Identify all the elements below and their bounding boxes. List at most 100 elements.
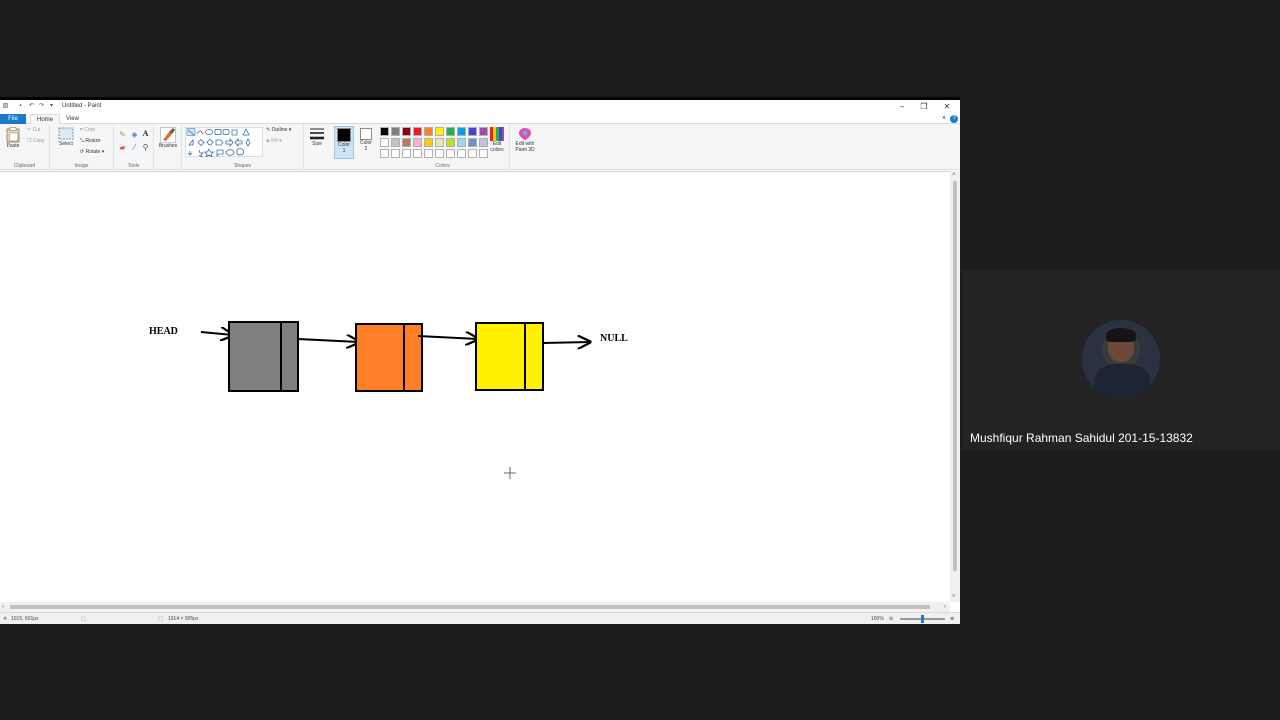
zoom-in-icon[interactable]: ⊕: [950, 616, 954, 622]
edit-with-paint3d-label: Edit with Paint 3D: [515, 141, 535, 153]
vertical-scrollbar[interactable]: ˄ ˅: [950, 171, 960, 602]
outline-button[interactable]: ✎ Outline ▾: [266, 127, 291, 133]
palette-swatch[interactable]: [424, 138, 433, 147]
paste-label: Paste: [6, 143, 20, 149]
canvas-drawing[interactable]: HEAD NULL: [0, 172, 950, 603]
palette-swatch[interactable]: [457, 138, 466, 147]
crop-label: Crop: [84, 127, 96, 133]
select-button[interactable]: Select: [56, 127, 76, 147]
palette-swatch[interactable]: [424, 149, 433, 158]
status-bar: ✛ 1015, 601px ⬚ ⬚ 1914 × 905px 100% ⊖ ⊕: [0, 612, 960, 624]
paste-button[interactable]: Paste: [4, 127, 22, 149]
scroll-down-icon[interactable]: ˅: [952, 592, 956, 602]
zoom-slider-thumb[interactable]: [921, 615, 924, 623]
pencil-icon[interactable]: ✎: [118, 130, 127, 139]
clipboard-group: Paste ✂ Cut ❐ Copy Clipboard: [0, 124, 50, 170]
palette-swatch[interactable]: [435, 127, 444, 136]
palette-swatch[interactable]: [424, 127, 433, 136]
scroll-right-icon[interactable]: ›: [944, 602, 946, 612]
restore-button[interactable]: ❐: [914, 101, 934, 113]
palette-swatch[interactable]: [413, 138, 422, 147]
save-icon[interactable]: ▪: [17, 103, 24, 110]
redo-icon[interactable]: ↷: [38, 103, 45, 110]
size-label: Size: [312, 141, 322, 147]
fill-bucket-icon[interactable]: ◈: [130, 130, 139, 139]
cursor-position-icon: ✛: [3, 616, 8, 622]
palette-swatch[interactable]: [380, 149, 389, 158]
close-button[interactable]: ✕: [937, 101, 957, 113]
paint-app-icon: ▨: [2, 103, 9, 109]
paint-window: ▨ ▪ ↶ ↷ ▾ Untitled - Paint – ❐ ✕ File Ho…: [0, 97, 960, 624]
scroll-up-icon[interactable]: ˄: [952, 170, 956, 180]
scroll-left-icon[interactable]: ‹: [2, 602, 4, 612]
brush-icon: [160, 127, 176, 143]
rotate-button[interactable]: ⟳ Rotate ▾: [80, 149, 104, 155]
tab-file[interactable]: File: [0, 114, 26, 124]
collapse-ribbon-icon[interactable]: ˄: [940, 115, 948, 123]
customize-quick-access-icon[interactable]: ▾: [48, 103, 55, 110]
color2-button[interactable]: Color 2: [356, 127, 376, 152]
drawing-canvas[interactable]: HEAD NULL: [0, 171, 950, 602]
copy-button[interactable]: ❐ Copy: [27, 138, 45, 144]
palette-swatch[interactable]: [457, 149, 466, 158]
colors-group: Edit colors Colors: [376, 124, 510, 170]
resize-button[interactable]: ⤡ Resize: [80, 138, 101, 144]
palette-swatch[interactable]: [391, 138, 400, 147]
fill-button[interactable]: ◈ Fill ▾: [266, 138, 282, 144]
cut-button[interactable]: ✂ Cut: [27, 127, 40, 133]
palette-swatch[interactable]: [435, 149, 444, 158]
palette-swatch[interactable]: [380, 127, 389, 136]
node-3-next-arrow: [542, 342, 590, 343]
copy-label: Copy: [32, 138, 45, 144]
horizontal-scroll-thumb[interactable]: [10, 605, 930, 609]
text-tool-icon[interactable]: A: [141, 129, 150, 138]
palette-swatch[interactable]: [380, 138, 389, 147]
selection-size-icon: ⬚: [81, 616, 86, 622]
participant-video-tile: Mushfiqur Rahman Sahidul 201-15-13832: [962, 270, 1280, 450]
palette-swatch[interactable]: [446, 149, 455, 158]
shapes-group: ✎ Outline ▾ ◈ Fill ▾ Shapes: [182, 124, 304, 170]
size-button[interactable]: Size: [308, 127, 326, 147]
paint3d-icon: [519, 128, 531, 140]
resize-label: Resize: [85, 138, 101, 144]
palette-swatch[interactable]: [468, 149, 477, 158]
tab-home[interactable]: Home: [30, 114, 61, 124]
brushes-label: Brushes: [158, 143, 178, 149]
palette-swatch[interactable]: [391, 149, 400, 158]
edit-with-paint3d-button[interactable]: Edit with Paint 3D: [512, 127, 538, 153]
color-picker-icon[interactable]: ⁄: [130, 143, 139, 152]
palette-swatch[interactable]: [457, 127, 466, 136]
title-bar: ▨ ▪ ↶ ↷ ▾ Untitled - Paint – ❐ ✕: [0, 100, 960, 114]
palette-swatch[interactable]: [402, 127, 411, 136]
palette-swatch[interactable]: [468, 127, 477, 136]
linked-list-node-1: [228, 321, 299, 392]
zoom-level: 100%: [871, 616, 884, 622]
color1-button[interactable]: Color 1: [334, 126, 354, 159]
eraser-icon[interactable]: ▰: [118, 143, 127, 152]
horizontal-scrollbar[interactable]: ‹ ›: [0, 602, 950, 612]
palette-swatch[interactable]: [435, 138, 444, 147]
edit-colors-button[interactable]: Edit colors: [486, 127, 508, 153]
brushes-button[interactable]: Brushes: [157, 127, 179, 149]
tab-view[interactable]: View: [60, 114, 85, 124]
palette-swatch[interactable]: [446, 138, 455, 147]
vertical-scroll-thumb[interactable]: [953, 181, 957, 571]
null-label: NULL: [600, 333, 628, 344]
palette-swatch[interactable]: [413, 127, 422, 136]
avatar-hair-shape: [1106, 328, 1136, 342]
palette-swatch[interactable]: [402, 149, 411, 158]
undo-icon[interactable]: ↶: [28, 103, 35, 110]
palette-swatch[interactable]: [402, 138, 411, 147]
color1-label: Color 1: [338, 142, 350, 154]
shapes-gallery[interactable]: [185, 127, 263, 157]
palette-swatch[interactable]: [391, 127, 400, 136]
fill-label: Fill ▾: [271, 138, 282, 144]
palette-swatch[interactable]: [446, 127, 455, 136]
palette-swatch[interactable]: [468, 138, 477, 147]
minimize-button[interactable]: –: [892, 101, 912, 113]
palette-swatch[interactable]: [413, 149, 422, 158]
crop-button[interactable]: ⌗ Crop: [80, 127, 95, 133]
magnifier-icon[interactable]: ⚲: [141, 143, 150, 152]
help-icon[interactable]: ?: [950, 115, 958, 123]
zoom-out-icon[interactable]: ⊖: [889, 616, 893, 622]
